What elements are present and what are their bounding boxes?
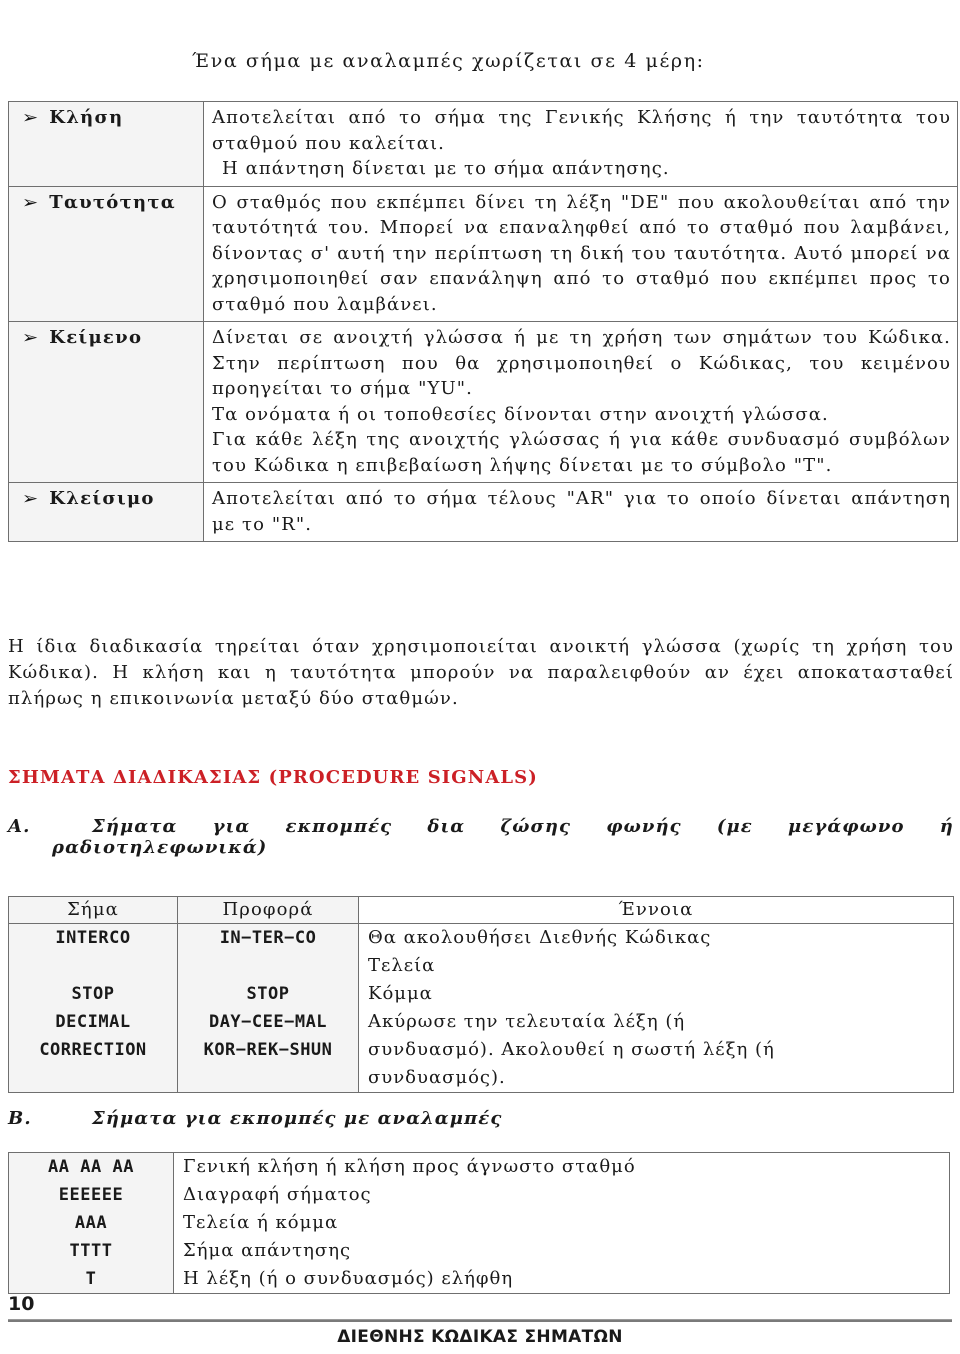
pronunciation: IN−TER−CO — [219, 928, 317, 948]
meaning-line: Τελεία — [368, 955, 436, 976]
meaning-line: Κόμμα — [368, 983, 433, 1004]
part-body-cell-kleisimo: Αποτελείται από το σήμα τέλους "AR" για … — [203, 482, 958, 542]
flashing-description: Γενική κλήση ή κλήση προς άγνωστο σταθμό — [183, 1156, 636, 1177]
pronunciation: STOP — [246, 984, 290, 1004]
column-header-pronunciation: Προφορά — [177, 896, 359, 924]
pronunciation: DAY−CEE−MAL — [208, 1012, 328, 1032]
meaning-line: Ακύρωσε την τελευταία λέξη (ή — [368, 1011, 686, 1032]
part-paragraph: Για κάθε λέξη της ανοιχτής γλώσσας ή για… — [212, 429, 951, 476]
voice-signals-table: Σήμα Προφορά Έννοια INTERCO STOP DECIMAL… — [8, 896, 954, 1093]
part-body-cell-klisi: Αποτελείται από το σήμα της Γενικής Κλήσ… — [203, 101, 958, 187]
part-label-cell-kleisimo: ➢ Κλείσιμο — [8, 482, 204, 542]
section-b-heading: Β. Σήματα για εκπομπές με αναλαμπές — [8, 1108, 502, 1129]
part-label: Κλήση — [49, 107, 124, 128]
table-row: ➢ Κείμενο Δίνεται σε ανοιχτή γλώσσα ή με… — [8, 321, 958, 483]
column-header-meaning: Έννοια — [358, 896, 954, 924]
pronunciation — [178, 952, 358, 980]
part-paragraph: Τα ονόματα ή οι τοποθεσίες δίνονται στην… — [212, 403, 829, 425]
document-page: Ένα σήμα με αναλαμπές χωρίζεται σε 4 μέρ… — [0, 0, 960, 1354]
flashing-description: Η λέξη (ή ο συνδυασμός) ελήφθη — [183, 1268, 514, 1289]
arrow-bullet-icon: ➢ — [21, 328, 39, 348]
meaning-line: Θα ακολουθήσει Διεθνής Κώδικας — [368, 927, 712, 948]
table-row: ➢ Κλείσιμο Αποτελείται από το σήμα τέλου… — [8, 482, 958, 542]
meaning-line: συνδυασμός). — [368, 1067, 506, 1088]
flashing-code: ΕΕΕΕΕΕ — [58, 1185, 124, 1205]
meaning-cell: Θα ακολουθήσει Διεθνής Κώδικας Τελεία Κό… — [358, 923, 954, 1093]
part-paragraph: Η απάντηση δίνεται με το σήμα απάντησης. — [222, 158, 670, 179]
column-header-signal: Σήμα — [8, 896, 178, 924]
part-body-cell-keimeno: Δίνεται σε ανοιχτή γλώσσα ή με τη χρήση … — [203, 321, 958, 483]
part-label: Κλείσιμο — [49, 488, 155, 509]
flashing-code: ΑΑΑ — [74, 1213, 108, 1233]
flashing-codes-cell: ΑΑ ΑΑ ΑΑ ΕΕΕΕΕΕ ΑΑΑ ΤΤΤΤ Τ — [8, 1152, 174, 1294]
flashing-signals-table: ΑΑ ΑΑ ΑΑ ΕΕΕΕΕΕ ΑΑΑ ΤΤΤΤ Τ Γενική κλήση … — [8, 1152, 950, 1294]
section-b-letter: Β. — [8, 1108, 32, 1129]
footer-divider — [8, 1319, 952, 1322]
part-label: Ταυτότητα — [49, 191, 176, 213]
signal-code: STOP — [71, 984, 115, 1004]
signal-code — [9, 952, 177, 980]
part-label: Κείμενο — [49, 327, 143, 348]
table-header-row: Σήμα Προφορά Έννοια — [8, 896, 954, 924]
arrow-bullet-icon: ➢ — [21, 489, 39, 509]
flashing-code: ΤΤΤΤ — [69, 1241, 113, 1261]
table-row: ΑΑ ΑΑ ΑΑ ΕΕΕΕΕΕ ΑΑΑ ΤΤΤΤ Τ Γενική κλήση … — [8, 1152, 950, 1294]
section-b-title: Σήματα για εκπομπές με αναλαμπές — [92, 1108, 503, 1129]
signal-code: CORRECTION — [39, 1040, 147, 1060]
arrow-bullet-icon: ➢ — [21, 108, 39, 128]
flashing-description: Διαγραφή σήματος — [183, 1184, 372, 1205]
part-label-cell-klisi: ➢ Κλήση — [8, 101, 204, 187]
pronunciation: KOR−REK−SHUN — [203, 1040, 333, 1060]
part-paragraph: Ο σταθμός που εκπέμπει δίνει τη λέξη "DE… — [212, 191, 951, 315]
section-a-title-line2: ραδιοτηλεφωνικά) — [52, 837, 268, 858]
page-number: 10 — [8, 1293, 35, 1315]
meaning-line: συνδυασμό). Ακολουθεί η σωστή λέξη (ή — [368, 1039, 775, 1060]
part-paragraph: Αποτελείται από το σήμα τέλους "AR" για … — [212, 488, 951, 535]
section-a-heading: Α. Σήματα για εκπομπές δια ζώσης φωνής (… — [8, 816, 954, 858]
flashing-description: Τελεία ή κόμμα — [183, 1212, 339, 1233]
flashing-code: ΑΑ ΑΑ ΑΑ — [48, 1157, 134, 1177]
arrow-bullet-icon: ➢ — [21, 192, 39, 213]
procedure-signals-heading: ΣΗΜΑΤΑ ΔΙΑΔΙΚΑΣΙΑΣ (PROCEDURE SIGNALS) — [8, 767, 538, 788]
part-paragraph: Αποτελείται από το σήμα της Γενικής Κλήσ… — [212, 107, 951, 154]
signal-code: INTERCO — [55, 928, 131, 948]
table-row: ➢ Κλήση Αποτελείται από το σήμα της Γενι… — [8, 101, 958, 187]
flashing-descriptions-cell: Γενική κλήση ή κλήση προς άγνωστο σταθμό… — [173, 1152, 950, 1294]
section-a-title-line1: Σήματα για εκπομπές δια ζώσης φωνής (με … — [92, 816, 954, 837]
table-row: ➢ Ταυτότητα Ο σταθμός που εκπέμπει δίνει… — [8, 185, 958, 322]
signal-code: DECIMAL — [55, 1012, 131, 1032]
pronunciation-cell: IN−TER−CO STOP DAY−CEE−MAL KOR−REK−SHUN — [177, 923, 359, 1093]
body-paragraph: Η ίδια διαδικασία τηρείται όταν χρησιμοπ… — [8, 636, 954, 709]
table-row: INTERCO STOP DECIMAL CORRECTION IN−TER−C… — [8, 923, 954, 1093]
signal-parts-table: ➢ Κλήση Αποτελείται από το σήμα της Γενι… — [8, 101, 958, 542]
part-paragraph: Δίνεται σε ανοιχτή γλώσσα ή με τη χρήση … — [212, 327, 951, 399]
section-a-letter: Α. — [8, 816, 31, 837]
signal-codes-cell: INTERCO STOP DECIMAL CORRECTION — [8, 923, 178, 1093]
part-label-cell-keimeno: ➢ Κείμενο — [8, 321, 204, 483]
flashing-description: Σήμα απάντησης — [183, 1240, 352, 1261]
part-label-cell-taftotita: ➢ Ταυτότητα — [8, 185, 204, 322]
flashing-code: Τ — [85, 1269, 97, 1289]
part-body-cell-taftotita: Ο σταθμός που εκπέμπει δίνει τη λέξη "DE… — [203, 185, 958, 322]
intro-title: Ένα σήμα με αναλαμπές χωρίζεται σε 4 μέρ… — [192, 50, 705, 72]
footer-title: ΔΙΕΘΝΗΣ ΚΩΔΙΚΑΣ ΣΗΜΑΤΩΝ — [337, 1327, 623, 1347]
